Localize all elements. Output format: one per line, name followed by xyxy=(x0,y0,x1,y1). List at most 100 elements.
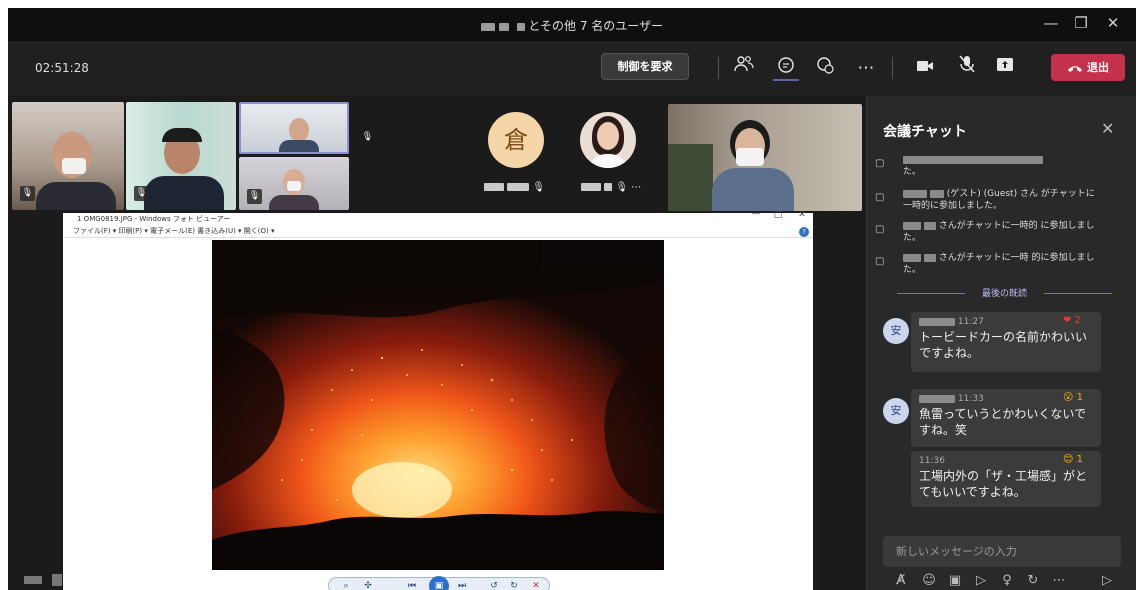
mic-muted-icon: 🎙 xyxy=(361,132,374,142)
person-body xyxy=(269,195,319,210)
volcano-eruption-image xyxy=(212,240,664,570)
window-title: とその他 7 名のユーザー xyxy=(8,17,1136,34)
meeting-chat-panel: 会議チャット ✕ ▢ た。 ▢ (ゲスト) (Guest) さん がチャットに一… xyxy=(866,96,1136,590)
sticker-icon[interactable]: ▷ xyxy=(971,573,991,588)
request-control-button[interactable]: 制御を要求 xyxy=(601,53,689,80)
chat-join-icon: ▢ xyxy=(875,158,885,169)
chat-join-icon: ▢ xyxy=(875,256,885,267)
more-actions-icon[interactable]: ⋯ xyxy=(853,55,879,81)
message-compose-input[interactable]: 新しいメッセージの入力 xyxy=(883,536,1121,567)
face-mask xyxy=(736,148,764,166)
person-body xyxy=(144,176,224,210)
chat-message[interactable]: 11:36 😊 1 工場内外の「ザ・工場感」がとてもいいですよね。 xyxy=(911,451,1101,507)
chat-title: 会議チャット xyxy=(883,124,967,140)
person-body xyxy=(712,168,794,211)
next-icon[interactable]: ⏭ xyxy=(455,579,469,590)
toolbar-divider xyxy=(892,57,893,79)
praise-icon[interactable]: ♀ xyxy=(997,573,1017,588)
camera-icon[interactable] xyxy=(912,55,938,81)
participant-name-label: 🎙 xyxy=(484,182,545,193)
plant xyxy=(668,144,713,211)
meeting-timer: 02:51:28 xyxy=(35,61,89,75)
participant-avatar[interactable]: 倉 xyxy=(488,112,544,168)
title-bar: とその他 7 名のユーザー — ❐ ✕ xyxy=(8,8,1136,41)
emoji-icon[interactable]: ☺ xyxy=(919,573,939,588)
gif-icon[interactable]: ▣ xyxy=(945,573,965,588)
participant-name-label: 🎙 ⋯ xyxy=(581,182,641,193)
participant-video-tile[interactable]: 🎙 xyxy=(126,102,236,210)
person-hair xyxy=(162,128,202,142)
chat-icon[interactable] xyxy=(773,55,799,81)
sender-avatar[interactable]: 安 xyxy=(883,398,909,424)
toolbar-divider xyxy=(718,57,719,79)
viewer-menu-bar[interactable]: ファイル(F) ▾ 印刷(P) ▾ 電子メール(E) 書き込み(U) ▾ 開く(… xyxy=(63,225,813,238)
person-body xyxy=(36,182,116,210)
divider-line xyxy=(1044,293,1112,294)
mic-muted-icon: 🎙 xyxy=(20,186,35,201)
chat-message[interactable]: 11:27 ❤ 2 トービードカーの名前かわいいですよね。 xyxy=(911,312,1101,372)
more-options-icon[interactable]: ⋯ xyxy=(1049,573,1069,588)
sender-avatar[interactable]: 安 xyxy=(883,318,909,344)
previous-icon[interactable]: ⏮ xyxy=(405,579,419,590)
divider-line xyxy=(897,293,965,294)
participant-video-tile[interactable]: 🎙 xyxy=(239,157,349,210)
person-face xyxy=(597,122,619,150)
face-mask xyxy=(287,181,301,191)
phone-hangup-icon xyxy=(1068,65,1082,72)
minimize-button[interactable]: — xyxy=(1040,14,1062,32)
participants-icon[interactable] xyxy=(731,55,757,81)
message-meta: 11:27 xyxy=(919,317,984,327)
mic-muted-icon: 🎙 xyxy=(247,189,262,204)
restore-button[interactable]: ❐ xyxy=(1070,14,1092,32)
viewer-minimize-button[interactable]: — xyxy=(745,209,767,219)
rotate-left-icon[interactable]: ↺ xyxy=(487,579,501,590)
face-mask xyxy=(62,158,86,174)
viewer-toolbar: ⌕ ✣ ⏮ ▣ ⏭ ↺ ↻ ✕ xyxy=(328,576,550,590)
chat-close-button[interactable]: ✕ xyxy=(1101,119,1114,138)
format-icon[interactable]: A̸ xyxy=(891,573,911,588)
slideshow-icon[interactable]: ▣ xyxy=(429,576,449,590)
mic-muted-icon: 🎙 xyxy=(134,186,149,201)
shared-screen: 1 OMG0819.JPG - Windows フォト ビューアー — □ ✕ … xyxy=(63,209,813,590)
viewer-title-bar: 1 OMG0819.JPG - Windows フォト ビューアー xyxy=(77,215,231,223)
viewer-maximize-button[interactable]: □ xyxy=(767,210,789,220)
message-meta: 11:36 xyxy=(919,456,945,466)
help-icon[interactable]: ? xyxy=(799,227,809,237)
send-icon[interactable]: ▷ xyxy=(1097,573,1117,588)
heart-reaction[interactable]: ❤ 2 xyxy=(1063,315,1081,326)
delete-icon[interactable]: ✕ xyxy=(529,579,543,590)
participant-video-large[interactable] xyxy=(668,104,862,211)
mic-muted-icon[interactable] xyxy=(954,55,980,81)
reactions-icon[interactable] xyxy=(812,55,838,81)
smile-reaction[interactable]: 😊 1 xyxy=(1063,454,1083,465)
volcano-photo xyxy=(212,240,664,570)
participant-avatar[interactable] xyxy=(580,112,636,168)
leave-button[interactable]: 退出 xyxy=(1051,54,1125,81)
message-text: 魚雷っていうとかわいくないですね。笑 xyxy=(919,407,1087,437)
close-window-button[interactable]: ✕ xyxy=(1102,14,1124,32)
zoom-icon[interactable]: ⌕ xyxy=(339,579,353,590)
surprised-reaction[interactable]: 😮 1 xyxy=(1063,392,1083,403)
loop-icon[interactable]: ↻ xyxy=(1023,573,1043,588)
fit-window-icon[interactable]: ✣ xyxy=(361,579,375,590)
rotate-right-icon[interactable]: ↻ xyxy=(507,579,521,590)
teams-window: とその他 7 名のユーザー — ❐ ✕ 02:51:28 制御を要求 ⋯ 退出 … xyxy=(8,8,1136,590)
message-text: 工場内外の「ザ・工場感」がとてもいいですよね。 xyxy=(919,469,1088,499)
self-view-indicator xyxy=(24,576,42,584)
viewer-close-button[interactable]: ✕ xyxy=(791,210,813,220)
chat-join-icon: ▢ xyxy=(875,192,885,203)
person-body xyxy=(588,154,628,168)
meeting-toolbar: 02:51:28 制御を要求 ⋯ 退出 xyxy=(8,41,1136,96)
share-screen-icon[interactable] xyxy=(992,55,1018,81)
message-meta: 11:33 xyxy=(919,394,984,404)
last-read-divider: 最後の既読 xyxy=(897,286,1112,300)
person-body xyxy=(279,140,319,152)
participant-video-tile[interactable]: 🎙 xyxy=(12,102,124,210)
person-face xyxy=(289,118,309,142)
meeting-stage: 🎙 🎙 🎙 🎙 倉 🎙 🎙 ⋯ 1 OMG0819.JPG - Windows … xyxy=(8,96,866,590)
chat-join-icon: ▢ xyxy=(875,224,885,235)
participant-video-tile-active[interactable] xyxy=(239,102,349,154)
message-text: トービードカーの名前かわいいですよね。 xyxy=(919,330,1088,360)
self-mic-icon xyxy=(52,574,62,586)
chat-message[interactable]: 11:33 😮 1 魚雷っていうとかわいくないですね。笑 xyxy=(911,389,1101,447)
